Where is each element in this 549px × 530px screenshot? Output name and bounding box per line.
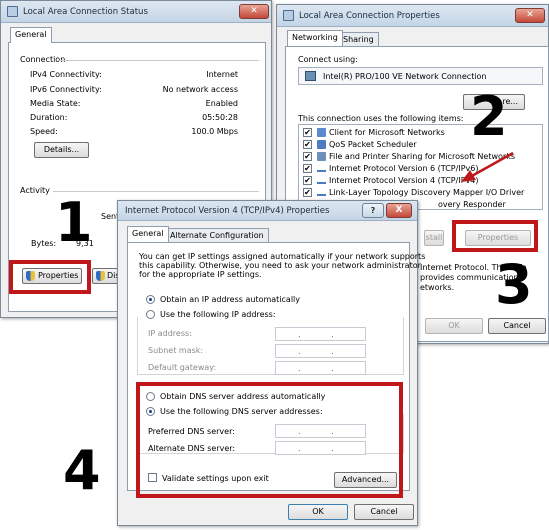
close-icon[interactable]: ✕ [239, 4, 269, 19]
tab-alternate-configuration[interactable]: Alternate Configuration [165, 228, 269, 243]
intro-line-3: for the appropriate IP settings. [139, 270, 262, 279]
ipv6-connectivity-label: IPv6 Connectivity: [30, 85, 102, 94]
speed-value: 100.0 Mbps [191, 127, 238, 136]
items-label: This connection uses the following items… [298, 114, 464, 123]
shield-icon [96, 271, 105, 281]
default-gateway-field[interactable]: . . . [275, 361, 366, 375]
bytes-label: Bytes: [31, 239, 57, 248]
step-3-number: 3 [495, 253, 533, 316]
network-adapter-icon [305, 71, 316, 81]
network-icon [283, 10, 294, 21]
highlight-status-properties [9, 260, 91, 294]
intro-line-2: this capability. Otherwise, you need to … [139, 261, 421, 270]
ipv4-connectivity-value: Internet [206, 70, 238, 79]
subnet-mask-label: Subnet mask: [148, 346, 204, 355]
properties-window-title: Local Area Connection Properties [299, 11, 440, 21]
item-label: Client for Microsoft Networks [329, 128, 445, 137]
step-4-number: 4 [63, 439, 101, 502]
obtain-ip-auto-radio[interactable] [146, 295, 155, 304]
step-2-number: 2 [470, 85, 508, 148]
duration-label: Duration: [30, 113, 68, 122]
client-icon [317, 128, 326, 137]
obtain-ip-auto-label[interactable]: Obtain an IP address automatically [160, 295, 300, 304]
ip-address-label: IP address: [148, 329, 192, 338]
scheduler-icon [317, 140, 326, 149]
close-icon[interactable]: X [386, 203, 412, 218]
item-checkbox[interactable]: ✔ [303, 176, 312, 185]
media-state-label: Media State: [30, 99, 81, 108]
tab-sharing[interactable]: Sharing [338, 32, 379, 47]
status-window-title: Local Area Connection Status [23, 7, 148, 17]
tab-networking[interactable]: Networking [287, 30, 343, 46]
properties-cancel-button[interactable]: Cancel [488, 318, 546, 334]
ipv4-ok-button[interactable]: OK [288, 504, 348, 520]
close-icon[interactable]: ✕ [515, 8, 545, 23]
highlight-ipv4-properties-button [452, 220, 538, 252]
description-line-3: etworks. [420, 283, 455, 292]
tab-general[interactable]: General [10, 27, 52, 43]
ipv4-connectivity-label: IPv4 Connectivity: [30, 70, 102, 79]
ipv4-window-title: Internet Protocol Version 4 (TCP/IPv4) P… [125, 206, 330, 216]
activity-section-label: Activity [20, 186, 50, 195]
details-button[interactable]: Details... [34, 142, 89, 158]
tab-general[interactable]: General [127, 226, 169, 242]
default-gateway-label: Default gateway: [148, 363, 217, 372]
media-state-value: Enabled [205, 99, 238, 108]
status-titlebar[interactable]: Local Area Connection Status ✕ [1, 1, 271, 23]
item-checkbox[interactable]: ✔ [303, 128, 312, 137]
help-icon[interactable]: ? [362, 203, 384, 218]
properties-titlebar[interactable]: Local Area Connection Properties ✕ [277, 5, 548, 27]
install-button[interactable]: stall [424, 230, 444, 246]
protocol-icon [317, 166, 326, 172]
network-icon [7, 6, 18, 17]
item-label: QoS Packet Scheduler [329, 140, 417, 149]
connect-using-label: Connect using: [298, 55, 358, 64]
protocol-icon [317, 178, 326, 184]
ipv4-cancel-button[interactable]: Cancel [354, 504, 414, 520]
speed-label: Speed: [30, 127, 58, 136]
item-checkbox[interactable]: ✔ [303, 188, 312, 197]
adapter-box: Intel(R) PRO/100 VE Network Connection [298, 67, 543, 85]
arrow-annotation [461, 151, 514, 182]
item-label: Internet Protocol Version 6 (TCP/IPv6) [329, 164, 479, 173]
ip-address-field[interactable]: . . . [275, 327, 366, 341]
properties-ok-button[interactable]: OK [425, 318, 483, 334]
step-1-number: 1 [55, 191, 93, 254]
ipv4-titlebar[interactable]: Internet Protocol Version 4 (TCP/IPv4) P… [118, 201, 417, 221]
item-label: overy Responder [438, 200, 506, 209]
ipv6-connectivity-value: No network access [162, 85, 238, 94]
intro-line-1: You can get IP settings assigned automat… [139, 252, 426, 261]
printer-icon [317, 152, 326, 161]
subnet-mask-field[interactable]: . . . [275, 344, 366, 358]
item-label: Link-Layer Topology Discovery Mapper I/O… [329, 188, 525, 197]
highlight-dns-settings [136, 382, 403, 498]
item-checkbox[interactable]: ✔ [303, 152, 312, 161]
item-checkbox[interactable]: ✔ [303, 140, 312, 149]
duration-value: 05:50:28 [202, 113, 238, 122]
item-checkbox[interactable]: ✔ [303, 164, 312, 173]
protocol-icon [317, 190, 326, 196]
adapter-name: Intel(R) PRO/100 VE Network Connection [323, 72, 487, 81]
item-label: Internet Protocol Version 4 (TCP/IPv4) [329, 176, 479, 185]
